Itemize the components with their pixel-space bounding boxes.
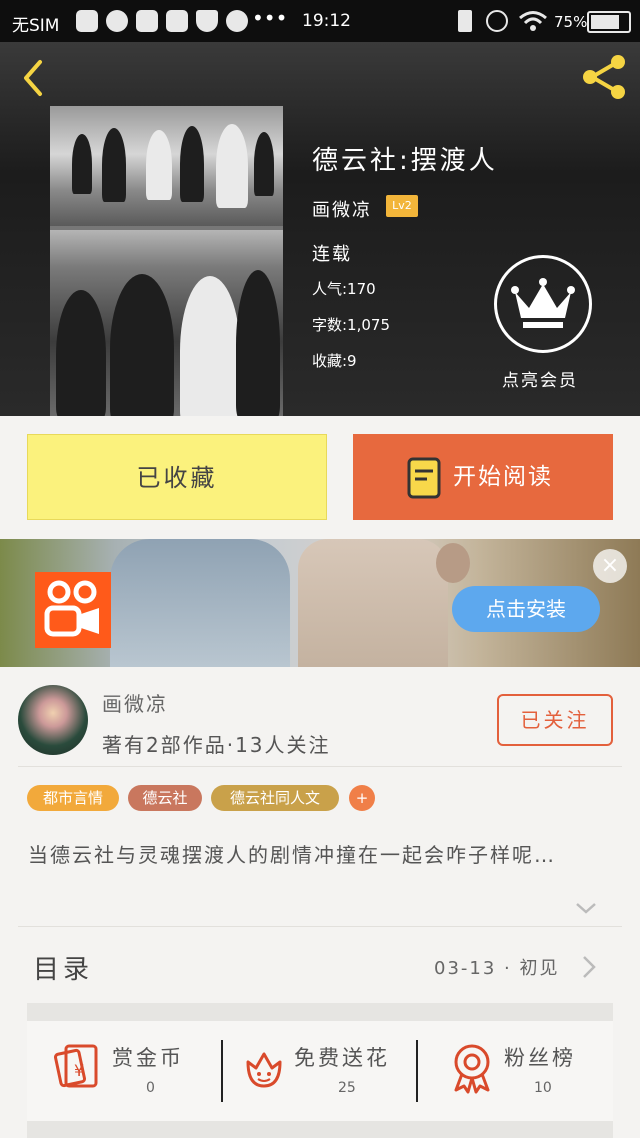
book-author[interactable]: 画微凉 xyxy=(312,196,372,222)
cover-photo-bottom xyxy=(50,230,283,416)
word-count-stat: 字数:1,075 xyxy=(312,316,390,334)
toc-label: 目录 xyxy=(33,955,94,985)
share-icon[interactable] xyxy=(580,54,628,100)
crown-icon xyxy=(511,278,575,328)
send-flower-label: 免费送花 xyxy=(294,1046,390,1070)
carrier-label: 无SIM xyxy=(12,16,60,36)
collected-button[interactable]: 已收藏 xyxy=(27,434,327,520)
send-flower-value: 25 xyxy=(338,1080,356,1096)
vip-label[interactable]: 点亮会员 xyxy=(502,366,578,391)
favorites-stat: 收藏:9 xyxy=(312,352,357,370)
author-name[interactable]: 画微凉 xyxy=(102,688,168,717)
back-icon[interactable] xyxy=(18,58,48,98)
fan-ranking-label: 粉丝榜 xyxy=(504,1046,576,1070)
fan-ranking-button[interactable]: 粉丝榜 10 xyxy=(440,1030,600,1110)
clock-label: 19:12 xyxy=(302,11,351,31)
avatar[interactable] xyxy=(18,685,88,755)
reward-coins-button[interactable]: ¥ 赏金币 0 xyxy=(48,1030,212,1110)
notification-icon xyxy=(136,10,158,32)
follow-button[interactable]: 已关注 xyxy=(497,694,613,746)
mail-icon xyxy=(166,10,188,32)
battery-percent: 75% xyxy=(554,13,588,31)
globe-icon xyxy=(106,10,128,32)
book-cover[interactable] xyxy=(50,106,283,416)
tag-fanfic[interactable]: 德云社同人文 xyxy=(211,785,339,811)
book-description: 当德云社与灵魂摆渡人的剧情冲撞在一起会咋子样呢… xyxy=(28,843,556,867)
notification-icon xyxy=(76,10,98,32)
start-reading-label: 开始阅读 xyxy=(453,464,553,490)
divider xyxy=(221,1040,223,1102)
app-logo-icon[interactable] xyxy=(35,572,111,648)
section-gap xyxy=(27,1121,613,1138)
red-envelope-icon: ¥ xyxy=(54,1044,98,1088)
install-button[interactable]: 点击安装 xyxy=(452,586,600,632)
divider xyxy=(18,926,622,927)
popularity-stat: 人气:170 xyxy=(312,280,376,298)
reward-coins-label: 赏金币 xyxy=(112,1046,184,1070)
book-title: 德云社:摆渡人 xyxy=(312,146,498,176)
more-icon: ••• xyxy=(252,6,288,30)
close-icon[interactable]: × xyxy=(593,549,627,583)
serial-status: 连载 xyxy=(312,244,352,265)
book-icon xyxy=(407,457,441,499)
vip-button[interactable] xyxy=(494,255,592,353)
shield-icon xyxy=(196,10,218,32)
tag-deyunshe[interactable]: 德云社 xyxy=(128,785,202,811)
divider xyxy=(416,1040,418,1102)
chevron-down-icon[interactable] xyxy=(574,900,598,916)
flower-icon xyxy=(246,1052,282,1088)
ribbon-medal-icon xyxy=(454,1044,490,1094)
start-reading-button[interactable]: 开始阅读 xyxy=(353,434,613,520)
reward-coins-value: 0 xyxy=(146,1080,155,1096)
fan-ranking-value: 10 xyxy=(534,1080,552,1096)
tag-urban-romance[interactable]: 都市言情 xyxy=(27,785,119,811)
battery-icon xyxy=(587,11,631,33)
wifi-icon xyxy=(519,11,547,31)
author-stats: 著有2部作品·13人关注 xyxy=(102,733,331,757)
section-gap xyxy=(27,1003,613,1021)
target-icon xyxy=(226,10,248,32)
add-tag-button[interactable]: + xyxy=(349,785,375,811)
send-flower-button[interactable]: 免费送花 25 xyxy=(236,1030,412,1110)
divider xyxy=(18,766,622,767)
alarm-icon xyxy=(486,10,508,32)
cover-photo-top xyxy=(50,106,283,226)
collected-label: 已收藏 xyxy=(136,464,218,492)
author-level-badge: Lv2 xyxy=(386,195,418,217)
chevron-right-icon xyxy=(583,956,596,978)
charging-icon xyxy=(458,10,472,32)
svg-text:¥: ¥ xyxy=(74,1061,84,1080)
status-bar: 无SIM ••• 19:12 75% xyxy=(0,0,640,42)
latest-chapter: 03-13 · 初见 xyxy=(434,958,560,979)
